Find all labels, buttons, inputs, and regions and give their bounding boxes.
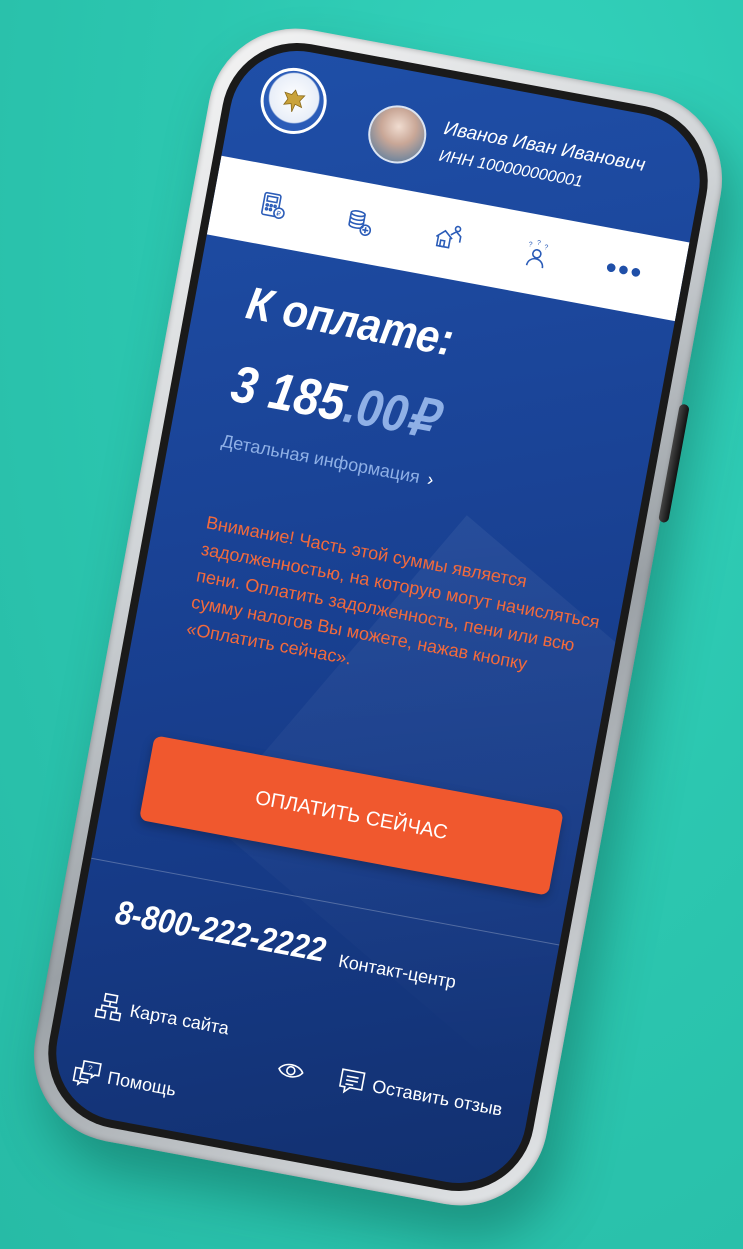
help-icon: ? [72, 1059, 102, 1086]
phone-mockup: Иванов Иван Иванович ИНН 100000000001 ₽ [19, 14, 737, 1220]
property-icon[interactable] [425, 215, 472, 262]
page-title: К оплате: [242, 276, 458, 366]
pay-now-button[interactable]: ОПЛАТИТЬ СЕЙЧАС [139, 735, 564, 896]
coins-icon[interactable] [337, 199, 384, 246]
avatar[interactable] [363, 100, 432, 169]
questions-person-icon[interactable]: ? ? ? [513, 231, 560, 278]
svg-text:?: ? [536, 240, 541, 248]
more-dots: ••• [602, 250, 646, 291]
sitemap-label: Карта сайта [128, 1000, 231, 1039]
scene: Иванов Иван Иванович ИНН 100000000001 ₽ [0, 0, 743, 1249]
sitemap-icon [94, 992, 122, 1022]
amount-integer: 3 185 [226, 354, 350, 433]
more-icon[interactable]: ••• [601, 248, 648, 295]
chevron-right-icon: › [425, 468, 436, 490]
amount-fraction: .00₽ [339, 375, 442, 450]
eagle-icon [282, 89, 306, 112]
app-screen: Иванов Иван Иванович ИНН 100000000001 ₽ [45, 39, 711, 1195]
calculator-icon[interactable]: ₽ [249, 182, 296, 229]
help-label: Помощь [105, 1067, 178, 1100]
feedback-link[interactable]: Оставить отзыв [334, 1065, 505, 1125]
eye-icon [278, 1063, 304, 1078]
contact-center-label: Контакт-центр [336, 950, 458, 993]
feedback-label: Оставить отзыв [370, 1075, 505, 1120]
svg-text:?: ? [527, 241, 532, 249]
debt-warning-text: Внимание! Часть этой суммы является задо… [184, 512, 602, 674]
help-link[interactable]: ? Помощь [69, 1056, 178, 1105]
sitemap-link[interactable]: Карта сайта [92, 989, 231, 1043]
svg-text:?: ? [543, 244, 548, 252]
svg-text:?: ? [87, 1064, 94, 1074]
feedback-icon [338, 1068, 366, 1094]
fns-emblem-logo[interactable] [255, 62, 333, 140]
contact-phone[interactable]: 8-800-222-2222 [112, 893, 328, 970]
payment-amount: 3 185.00₽ [227, 354, 442, 451]
accessibility-toggle[interactable] [273, 1053, 314, 1089]
